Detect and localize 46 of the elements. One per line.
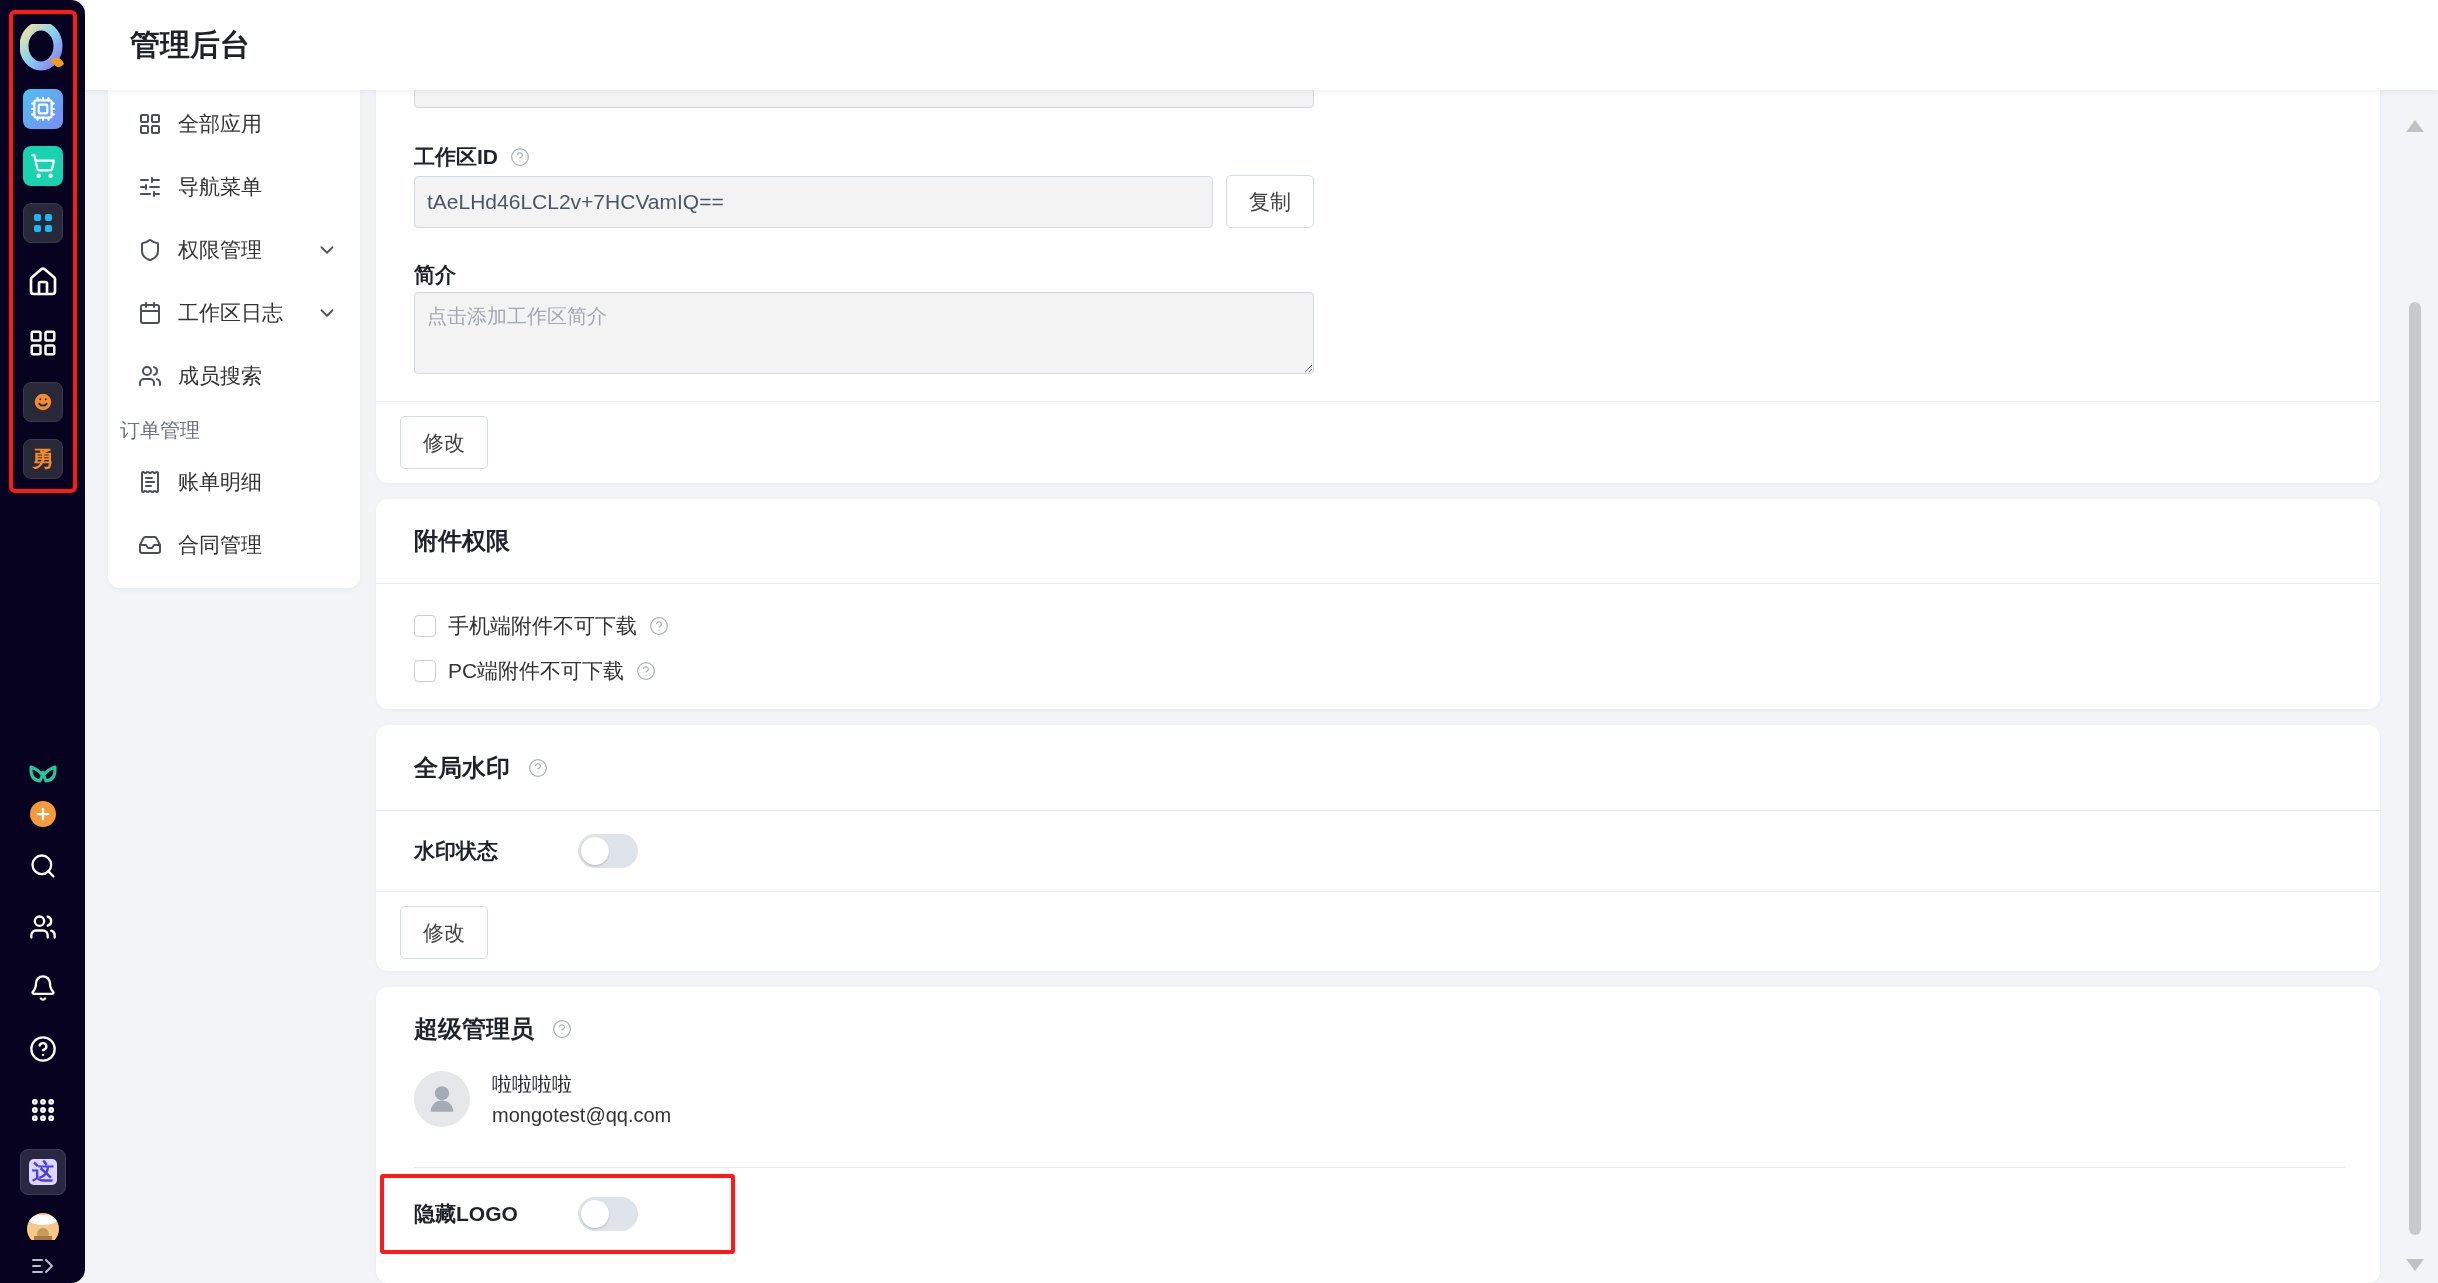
- chip-app-icon[interactable]: [22, 89, 63, 129]
- nav-item[interactable]: 账单明细: [108, 450, 360, 513]
- section-title: 超级管理员: [414, 1013, 572, 1045]
- page-title: 管理后台: [130, 26, 250, 63]
- checkbox[interactable]: [414, 659, 436, 682]
- copy-button[interactable]: 复制: [1226, 175, 1314, 228]
- smile-app-icon[interactable]: [22, 382, 63, 422]
- admin-name: 啦啦啦啦: [492, 1072, 573, 1097]
- field-label: 工作区ID: [414, 143, 2342, 171]
- avatar-icon: [414, 1071, 470, 1127]
- logo-icon[interactable]: [19, 24, 66, 72]
- nav-item-icon: [138, 237, 162, 262]
- edit-button[interactable]: 修改: [400, 906, 488, 959]
- nav-item-icon: [138, 363, 162, 388]
- setting-label: 隐藏LOGO: [414, 1201, 519, 1227]
- cart-app-icon[interactable]: [22, 146, 63, 186]
- nav-item[interactable]: 合同管理: [108, 513, 360, 576]
- add-icon[interactable]: [29, 801, 56, 827]
- text-app-tile[interactable]: 这: [19, 1149, 66, 1195]
- nav-item-icon: [138, 174, 162, 199]
- field-label: 简介: [414, 262, 457, 288]
- id-field[interactable]: tAeLHd46LCL2v+7HCVamIQ==: [414, 175, 1213, 228]
- expand-icon[interactable]: [30, 1257, 55, 1275]
- intro-field[interactable]: 点击添加工作区简介: [414, 292, 1314, 374]
- checkbox[interactable]: [414, 614, 436, 637]
- text-app-tile[interactable]: 勇: [22, 439, 63, 479]
- nav-item-icon: [138, 300, 162, 325]
- section-title: 附件权限: [414, 526, 510, 556]
- nav-group-title: 订单管理: [119, 418, 201, 443]
- watermark-switch[interactable]: [578, 834, 638, 868]
- checkbox-label: PC端附件不可下载: [448, 657, 625, 684]
- nav-item[interactable]: 权限管理: [108, 218, 360, 281]
- nav-item-icon: [138, 111, 162, 136]
- grid-app-icon[interactable]: [22, 203, 63, 243]
- nav-item[interactable]: 成员搜索: [108, 344, 360, 407]
- admin-email: mongotest@qq.com: [492, 1104, 672, 1127]
- hide-logo-switch[interactable]: [578, 1197, 638, 1231]
- checkbox-label: 手机端附件不可下载: [448, 612, 637, 639]
- nav-item[interactable]: 全部应用: [108, 92, 360, 155]
- setting-label: 水印状态: [414, 838, 499, 864]
- nav-item[interactable]: 工作区日志: [108, 281, 360, 344]
- butterfly-icon[interactable]: [27, 764, 58, 784]
- nav-item[interactable]: 导航菜单: [108, 155, 360, 218]
- edit-button[interactable]: 修改: [400, 416, 488, 469]
- nav-item-icon: [138, 469, 162, 494]
- section-title: 全局水印: [414, 751, 548, 784]
